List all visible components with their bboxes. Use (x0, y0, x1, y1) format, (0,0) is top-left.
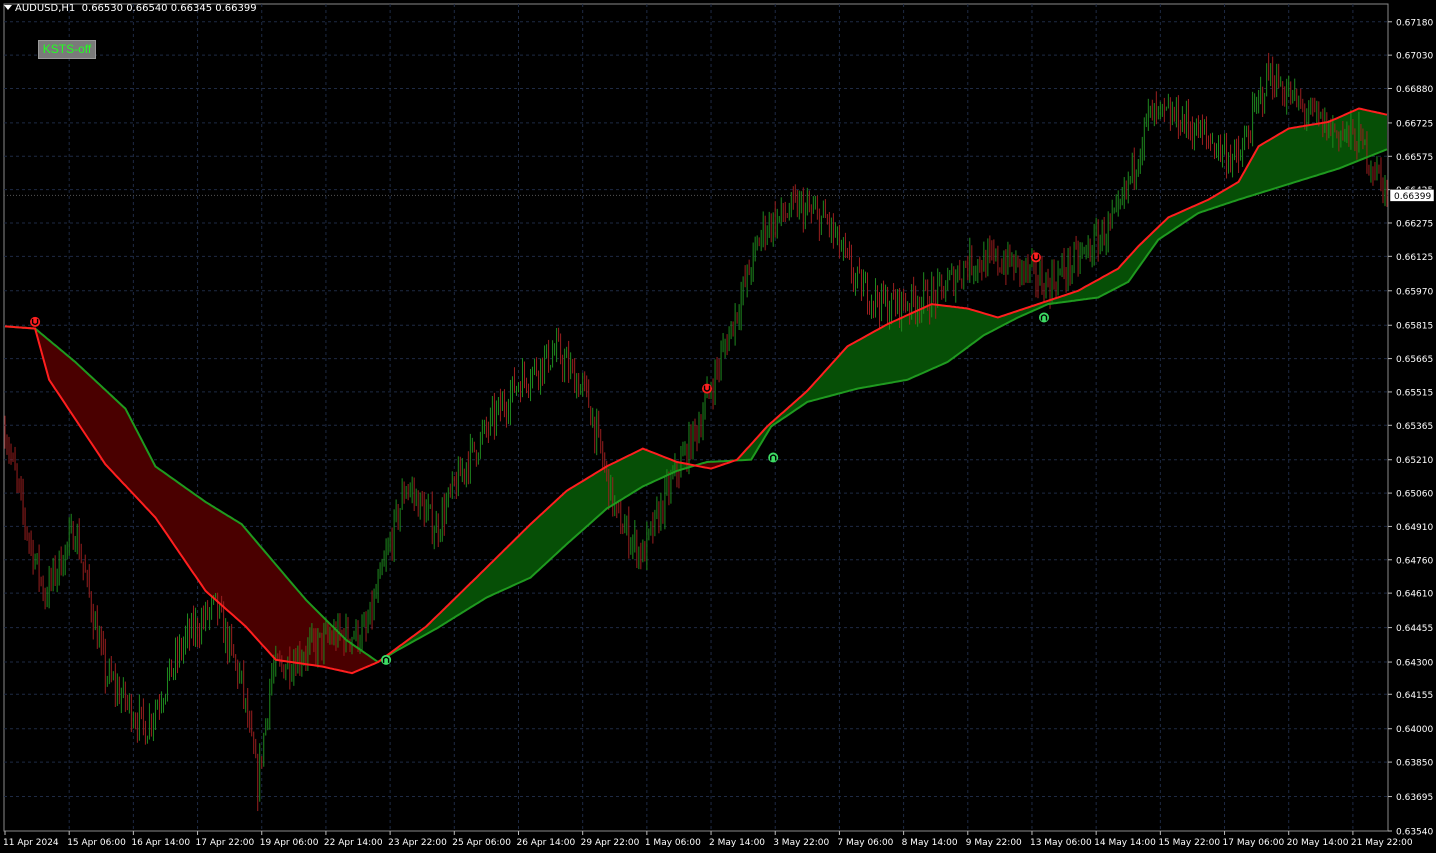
x-tick-label: 26 Apr 14:00 (516, 838, 575, 848)
y-tick-label: 0.65665 (1396, 355, 1433, 365)
signal-dot (1039, 312, 1050, 323)
y-tick-label: 0.66575 (1396, 153, 1433, 163)
x-tick-label: 11 Apr 2024 (3, 838, 59, 848)
symbol-label: AUDUSD,H1 (15, 3, 76, 14)
x-tick-label: 16 Apr 14:00 (131, 838, 190, 848)
x-tick-label: 13 May 06:00 (1030, 838, 1092, 848)
y-tick-label: 0.65210 (1396, 456, 1433, 466)
y-tick-label: 0.63695 (1396, 793, 1433, 803)
y-tick-label: 0.64155 (1396, 691, 1433, 701)
y-tick-label: 0.66880 (1396, 85, 1433, 95)
y-tick-label: 0.65060 (1396, 490, 1433, 500)
y-tick-label: 0.64610 (1396, 590, 1433, 600)
x-tick-label: 15 May 22:00 (1158, 838, 1220, 848)
price-chart[interactable]: 0.671800.670300.668800.667250.665750.664… (0, 0, 1436, 853)
signal-dot (381, 654, 392, 665)
chart-header: AUDUSD,H1 0.66530 0.66540 0.66345 0.6639… (4, 3, 257, 14)
y-tick-label: 0.64300 (1396, 659, 1433, 669)
y-tick-label: 0.66725 (1396, 119, 1433, 129)
signal-dot (30, 316, 41, 327)
x-tick-label: 9 May 22:00 (966, 838, 1022, 848)
x-tick-label: 7 May 06:00 (837, 838, 893, 848)
y-tick-label: 0.64000 (1396, 725, 1433, 735)
y-tick-label: 0.65515 (1396, 388, 1433, 398)
x-tick-label: 23 Apr 22:00 (388, 838, 447, 848)
y-tick-label: 0.65815 (1396, 322, 1433, 332)
x-tick-label: 14 May 14:00 (1094, 838, 1156, 848)
x-tick-label: 17 May 06:00 (1223, 838, 1285, 848)
ohlc-values: 0.66530 0.66540 0.66345 0.66399 (81, 3, 257, 14)
y-tick-label: 0.66275 (1396, 219, 1433, 229)
x-tick-label: 15 Apr 06:00 (67, 838, 126, 848)
y-tick-label: 0.63540 (1396, 828, 1433, 838)
x-tick-label: 25 Apr 06:00 (452, 838, 511, 848)
buy-arrow-icon (381, 654, 392, 665)
sell-arrow-icon (30, 316, 41, 327)
x-tick-label: 19 Apr 06:00 (260, 838, 319, 848)
x-tick-label: 3 May 22:00 (773, 838, 829, 848)
y-tick-label: 0.64455 (1396, 624, 1433, 634)
y-tick-label: 0.63850 (1396, 759, 1433, 769)
x-tick-label: 1 May 06:00 (645, 838, 701, 848)
current-price-label: 0.66399 (1394, 192, 1431, 202)
signal-dot (1030, 252, 1041, 263)
x-tick-label: 21 May 22:00 (1351, 838, 1413, 848)
y-tick-label: 0.66125 (1396, 253, 1433, 263)
y-tick-label: 0.64760 (1396, 556, 1433, 566)
y-tick-label: 0.65365 (1396, 422, 1433, 432)
dropdown-triangle-icon[interactable] (4, 5, 12, 10)
sell-arrow-icon (1030, 252, 1041, 263)
y-tick-label: 0.64910 (1396, 523, 1433, 533)
y-tick-label: 0.67180 (1396, 18, 1433, 28)
ksts-toggle-button[interactable]: KSTS-off (38, 40, 96, 59)
x-tick-label: 20 May 14:00 (1287, 838, 1349, 848)
chart-background (0, 0, 1436, 853)
buy-arrow-icon (1039, 312, 1050, 323)
signal-dot (702, 383, 713, 394)
y-tick-label: 0.65970 (1396, 287, 1433, 297)
x-tick-label: 17 Apr 22:00 (196, 838, 255, 848)
x-tick-label: 8 May 14:00 (902, 838, 958, 848)
x-tick-label: 22 Apr 14:00 (324, 838, 383, 848)
buy-arrow-icon (768, 452, 779, 463)
x-tick-label: 2 May 14:00 (709, 838, 765, 848)
x-tick-label: 29 Apr 22:00 (581, 838, 640, 848)
y-tick-label: 0.67030 (1396, 52, 1433, 62)
sell-arrow-icon (702, 383, 713, 394)
signal-dot (768, 452, 779, 463)
current-price-tag: 0.66399 (1389, 189, 1435, 202)
